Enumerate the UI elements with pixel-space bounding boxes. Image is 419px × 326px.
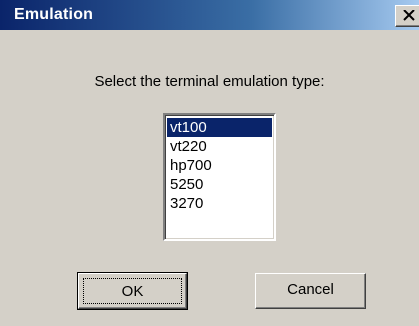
list-item-vt220[interactable]: vt220 bbox=[167, 137, 272, 156]
close-button[interactable] bbox=[395, 5, 419, 27]
emulation-type-listbox[interactable]: vt100 vt220 hp700 5250 3270 bbox=[163, 113, 276, 241]
close-icon bbox=[403, 10, 415, 21]
prompt-label: Select the terminal emulation type: bbox=[94, 73, 325, 90]
cancel-button[interactable]: Cancel bbox=[255, 273, 366, 309]
list-item-3270[interactable]: 3270 bbox=[167, 194, 272, 213]
ok-button[interactable]: OK bbox=[77, 272, 188, 310]
list-item-vt100[interactable]: vt100 bbox=[167, 118, 272, 137]
emulation-dialog: Emulation Select the terminal emulation … bbox=[0, 0, 419, 326]
list-item-hp700[interactable]: hp700 bbox=[167, 156, 272, 175]
list-item-5250[interactable]: 5250 bbox=[167, 175, 272, 194]
window-title: Emulation bbox=[14, 6, 94, 23]
ok-button-label: OK bbox=[121, 283, 144, 300]
title-bar[interactable]: Emulation bbox=[0, 0, 419, 30]
